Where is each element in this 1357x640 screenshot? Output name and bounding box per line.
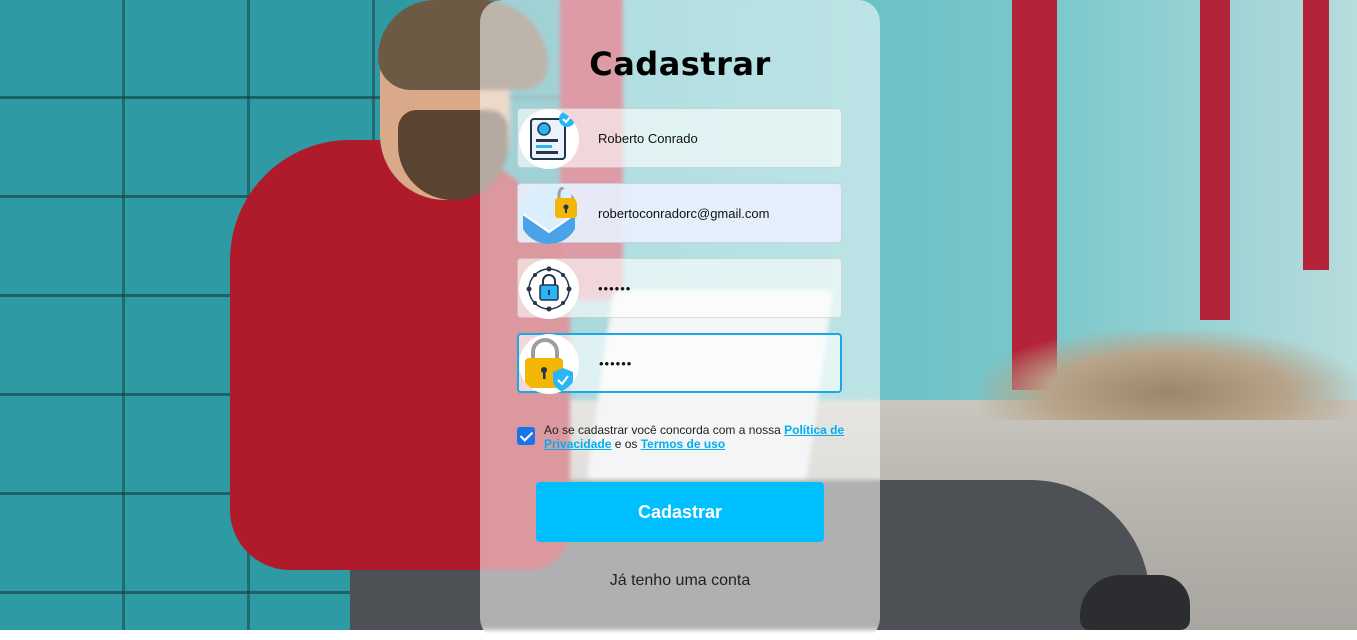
email-input[interactable] (598, 184, 828, 242)
terms-checkbox[interactable] (517, 427, 535, 445)
mail-lock-icon (519, 184, 579, 244)
dry-grass (980, 330, 1357, 420)
padlock-shield-icon (519, 334, 579, 394)
shoe (1080, 575, 1190, 630)
submit-button[interactable]: Cadastrar (536, 482, 824, 542)
password-field-container (517, 258, 842, 319)
password-input[interactable] (598, 259, 828, 317)
confirm-password-input[interactable] (599, 335, 829, 391)
terms-prefix: Ao se cadastrar você concorda com a noss… (544, 423, 785, 437)
email-field-container (517, 183, 842, 244)
form-title: Cadastrar (589, 45, 771, 83)
terms-text: Ao se cadastrar você concorda com a noss… (544, 423, 849, 451)
confirm-password-field-container (517, 333, 842, 394)
red-stripe (1303, 0, 1329, 270)
name-field-container (517, 108, 842, 169)
already-have-account-link[interactable]: Já tenho uma conta (480, 572, 880, 590)
red-stripe (1200, 0, 1230, 320)
id-card-icon (519, 109, 579, 169)
name-input[interactable] (598, 109, 828, 167)
terms-of-use-link[interactable]: Termos de uso (641, 437, 725, 451)
terms-middle: e os (611, 437, 641, 451)
signup-card (480, 0, 880, 640)
security-lock-icon (519, 259, 579, 319)
